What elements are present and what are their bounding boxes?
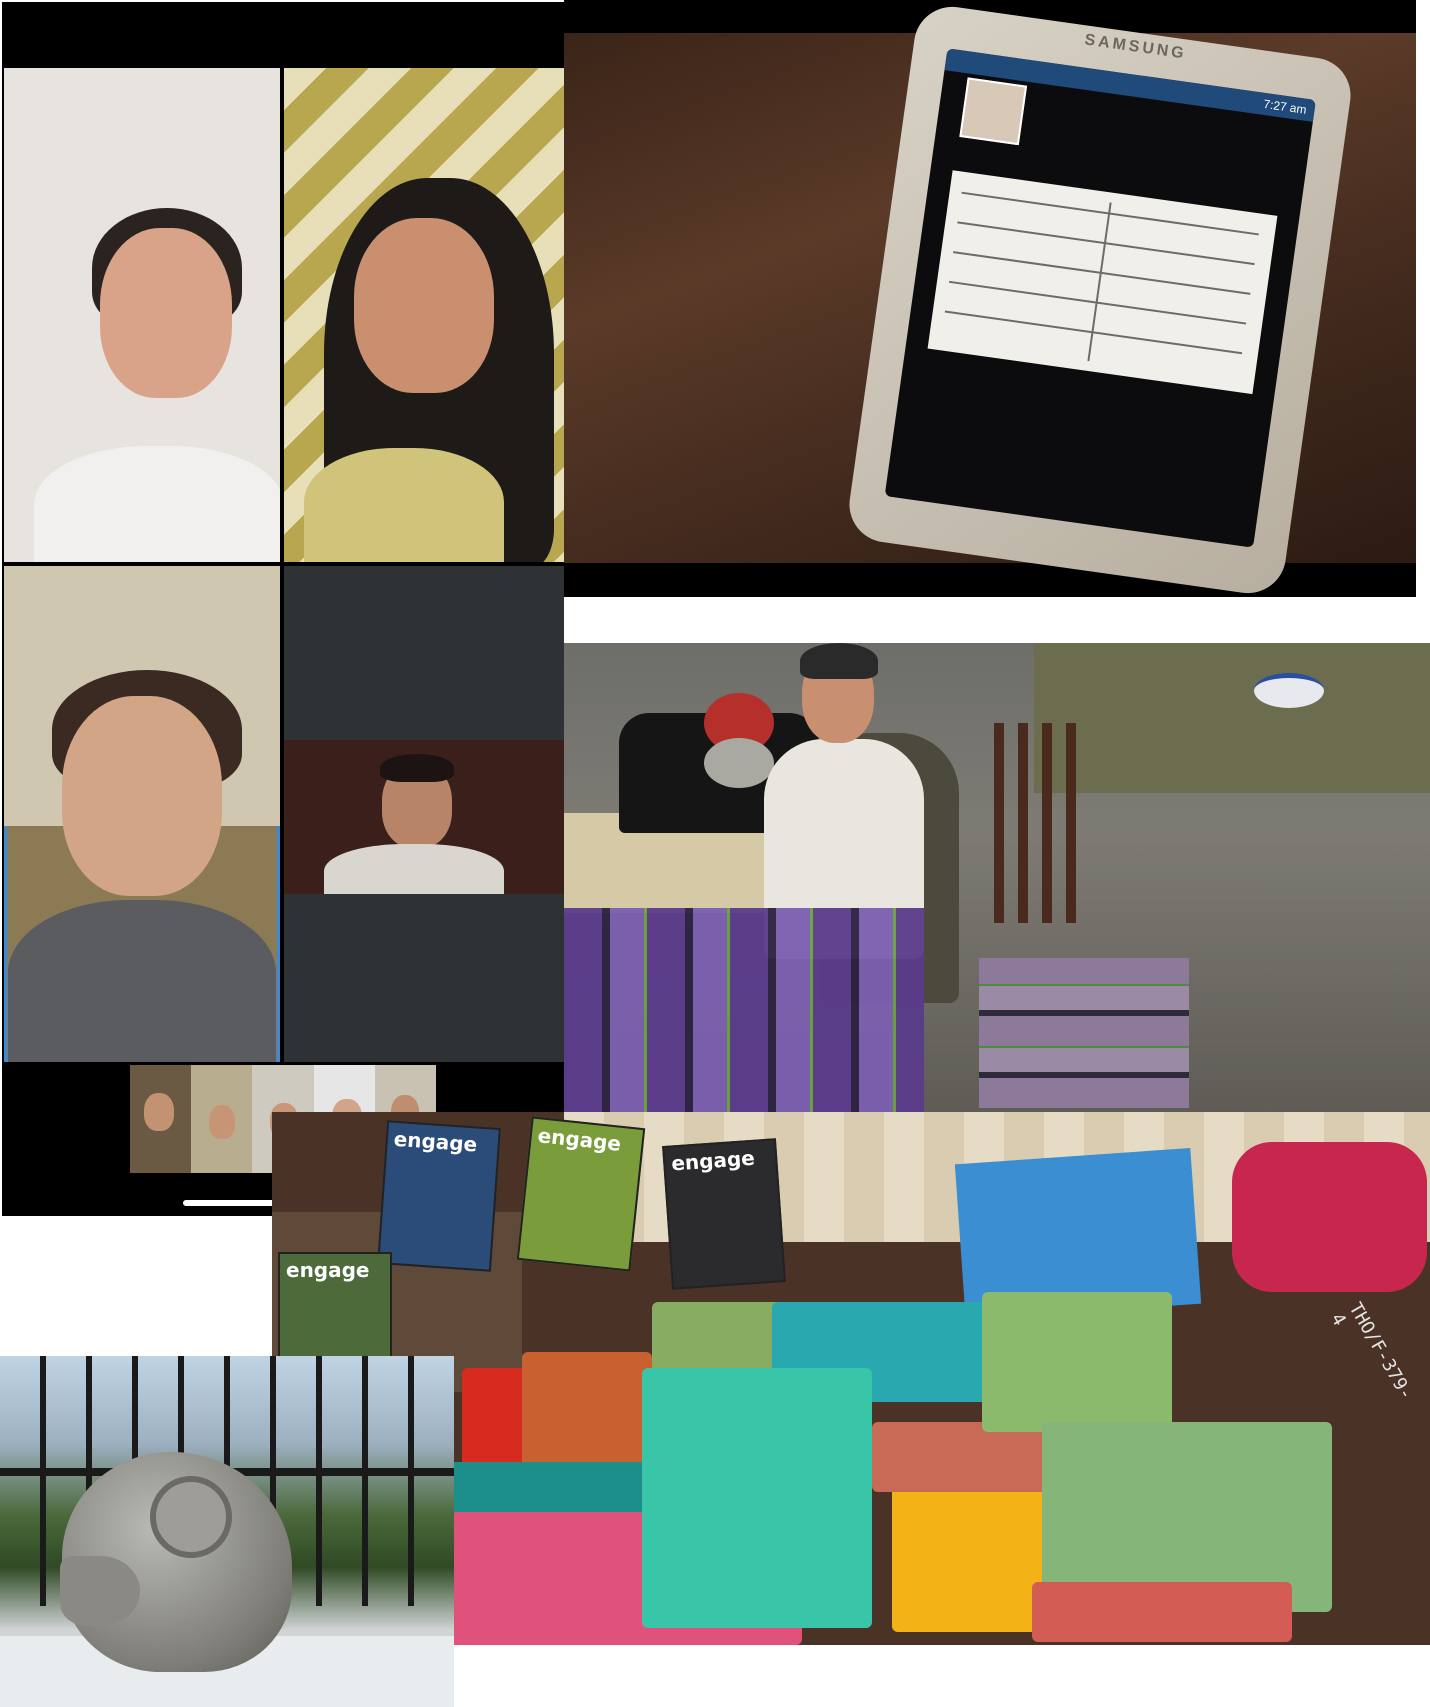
caller-avatar <box>959 77 1028 146</box>
magazine: engage <box>516 1116 646 1272</box>
participant-tile[interactable] <box>284 68 564 562</box>
scarf-orange <box>522 1352 652 1472</box>
stone-eye <box>150 1476 232 1558</box>
green-table <box>1034 643 1430 793</box>
smartphone: SAMSUNG 7:27 am <box>844 2 1356 597</box>
silver-motor <box>704 738 774 788</box>
participant-tile[interactable] <box>284 740 564 894</box>
scarf-mint <box>642 1368 872 1628</box>
scarf-sage-top <box>982 1292 1172 1432</box>
stone-bird-sculpture-photo <box>0 1356 454 1707</box>
scarf-speckled <box>1032 1582 1292 1642</box>
magazine: engage <box>662 1138 786 1290</box>
bowl <box>1254 673 1324 708</box>
red-knit-bag <box>1232 1142 1427 1292</box>
tailor-sewing-photo <box>564 643 1430 1112</box>
thumbnail[interactable] <box>130 1065 192 1173</box>
magazine: engage <box>377 1120 501 1272</box>
video-call-collage <box>2 2 564 1216</box>
desk-label: THO/F-379-4 <box>1326 1299 1417 1404</box>
purple-plaid-fabric <box>564 908 924 1112</box>
thumbnail[interactable] <box>191 1065 253 1173</box>
empty-tile <box>284 894 564 1062</box>
wooden-chair <box>994 723 1084 923</box>
tailor-hair <box>800 643 878 679</box>
participant-tile[interactable] <box>4 68 280 562</box>
phone-on-desk-photo: SAMSUNG 7:27 am <box>564 0 1416 597</box>
empty-tile <box>284 566 564 740</box>
folded-plaid-fabric <box>979 958 1189 1108</box>
stone-beak <box>60 1556 140 1626</box>
scarf-yellow <box>892 1482 1042 1632</box>
tibetan-document <box>927 170 1278 395</box>
active-speaker-tile[interactable] <box>4 566 280 1062</box>
phone-screen: 7:27 am <box>884 48 1316 548</box>
